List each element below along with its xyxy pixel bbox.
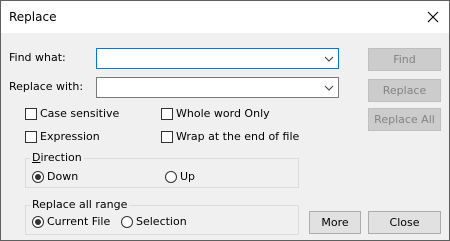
expression-label: Expression — [40, 130, 100, 143]
title-bar[interactable]: Replace — [1, 1, 449, 33]
replace-with-input[interactable] — [100, 79, 315, 96]
range-current-file-radio[interactable]: Current File — [32, 215, 110, 228]
find-what-label: Find what: — [9, 51, 66, 64]
replace-dialog: Replace Find what: Replace with: Find Re… — [0, 0, 450, 241]
window-title: Replace — [9, 10, 57, 24]
replace-with-combobox[interactable] — [96, 77, 339, 98]
radio-circle[interactable] — [165, 170, 177, 183]
direction-down-radio[interactable]: Down — [32, 170, 78, 183]
wrap-checkbox[interactable]: Wrap at the end of file — [161, 130, 299, 143]
close-window-button[interactable] — [421, 5, 445, 29]
radio-circle[interactable] — [32, 215, 44, 228]
replace-button[interactable]: Replace — [368, 79, 441, 102]
find-what-combobox[interactable] — [96, 48, 339, 69]
range-selection-radio[interactable]: Selection — [121, 215, 187, 228]
range-selection-label: Selection — [136, 215, 187, 228]
range-current-file-label: Current File — [47, 215, 111, 228]
replace-all-button[interactable]: Replace All — [368, 108, 441, 131]
expression-checkbox[interactable]: Expression — [25, 130, 100, 143]
checkbox-box[interactable] — [25, 130, 37, 143]
more-button[interactable]: More — [309, 211, 361, 234]
checkbox-box[interactable] — [161, 130, 173, 143]
find-button[interactable]: Find — [368, 48, 441, 71]
checkbox-box[interactable] — [25, 107, 37, 120]
direction-down-label: Down — [47, 170, 79, 183]
whole-word-checkbox[interactable]: Whole word Only — [161, 107, 270, 120]
case-sensitive-checkbox[interactable]: Case sensitive — [25, 107, 119, 120]
radio-circle[interactable] — [32, 170, 44, 183]
direction-up-label: Up — [180, 170, 196, 183]
close-icon — [427, 11, 439, 23]
whole-word-label: Whole word Only — [176, 107, 270, 120]
direction-up-radio[interactable]: Up — [165, 170, 195, 183]
radio-circle[interactable] — [121, 215, 133, 228]
close-button[interactable]: Close — [368, 211, 441, 234]
case-sensitive-label: Case sensitive — [40, 107, 120, 120]
wrap-label: Wrap at the end of file — [176, 130, 300, 143]
direction-group-title: Direction — [30, 151, 84, 164]
range-group-title: Replace all range — [30, 198, 130, 211]
chevron-down-icon[interactable] — [323, 83, 335, 93]
checkbox-box[interactable] — [161, 107, 173, 120]
find-what-input[interactable] — [100, 50, 315, 67]
replace-with-label: Replace with: — [9, 80, 84, 93]
chevron-down-icon[interactable] — [323, 54, 335, 64]
